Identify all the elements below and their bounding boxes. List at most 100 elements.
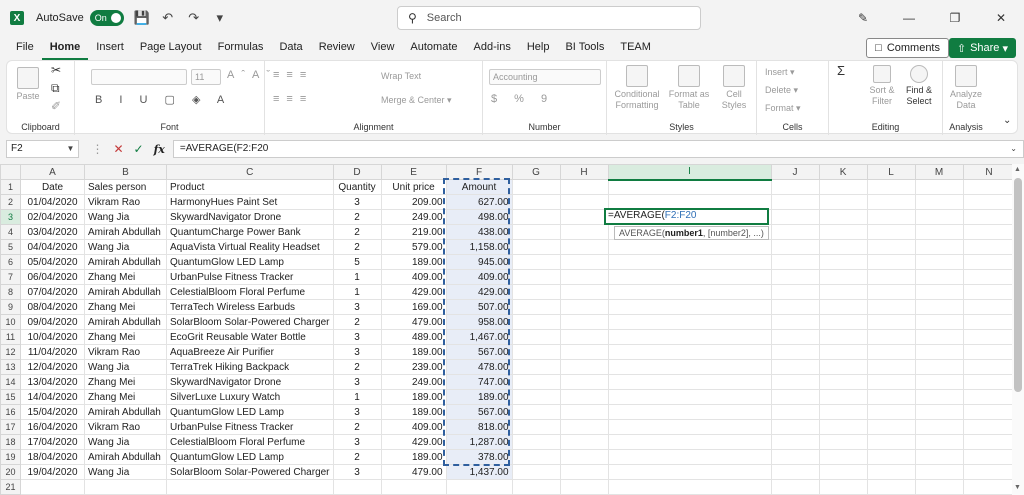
cell[interactable] <box>559 404 609 420</box>
salesperson-cell[interactable]: Amirah Abdullah <box>84 224 167 240</box>
unit-price-cell[interactable]: 189.00 <box>380 254 447 270</box>
date-cell[interactable]: 14/04/2020 <box>20 389 85 405</box>
product-cell[interactable]: TerraTrek Hiking Backpack <box>166 359 334 375</box>
tab-page-layout[interactable]: Page Layout <box>132 36 210 60</box>
cell[interactable] <box>866 224 916 240</box>
undo-icon[interactable]: ↶ <box>160 10 176 26</box>
cell[interactable] <box>866 374 916 390</box>
amount-cell[interactable]: 1,467.00 <box>445 329 513 345</box>
date-cell[interactable]: 03/04/2020 <box>20 224 85 240</box>
amount-cell[interactable]: 1,437.00 <box>445 464 513 480</box>
cell[interactable] <box>818 404 868 420</box>
column-header-n[interactable]: N <box>962 164 1016 180</box>
tab-file[interactable]: File <box>8 36 42 60</box>
cell[interactable] <box>607 404 772 420</box>
font-size-select[interactable]: 11 <box>191 69 221 85</box>
cell[interactable] <box>607 434 772 450</box>
column-header-l[interactable]: L <box>866 164 916 180</box>
product-cell[interactable]: SolarBloom Solar-Powered Charger <box>166 314 334 330</box>
cell[interactable] <box>914 479 964 495</box>
close-icon[interactable]: ✕ <box>978 11 1024 25</box>
row-header[interactable]: 7 <box>0 269 21 285</box>
amount-cell[interactable]: 409.00 <box>445 269 513 285</box>
row-header[interactable]: 17 <box>0 419 21 435</box>
cell[interactable] <box>559 329 609 345</box>
cancel-icon[interactable]: ✕ <box>113 142 123 156</box>
quantity-cell[interactable]: 1 <box>332 269 382 285</box>
quantity-cell[interactable]: 5 <box>332 254 382 270</box>
customize-toolbar-icon[interactable]: ▾ <box>212 10 228 26</box>
cell[interactable] <box>770 194 820 210</box>
cut-icon[interactable]: ✂ <box>51 64 61 76</box>
cell[interactable] <box>607 269 772 285</box>
header-cell[interactable]: Sales person <box>84 179 167 195</box>
quantity-cell[interactable]: 2 <box>332 449 382 465</box>
tab-team[interactable]: TEAM <box>612 36 659 60</box>
cell[interactable] <box>559 374 609 390</box>
amount-cell[interactable]: 818.00 <box>445 419 513 435</box>
cell[interactable] <box>770 449 820 465</box>
unit-price-cell[interactable]: 189.00 <box>380 344 447 360</box>
cell[interactable] <box>511 239 561 255</box>
cell[interactable] <box>914 299 964 315</box>
cell[interactable] <box>607 254 772 270</box>
cell[interactable] <box>818 479 868 495</box>
cell[interactable] <box>770 209 820 225</box>
cell[interactable] <box>559 269 609 285</box>
horizontal-align-buttons[interactable]: ≡≡≡ <box>273 93 313 105</box>
quantity-cell[interactable]: 3 <box>332 194 382 210</box>
vertical-scroll-thumb[interactable] <box>1014 178 1022 392</box>
cell[interactable] <box>559 224 609 240</box>
amount-cell[interactable]: 378.00 <box>445 449 513 465</box>
cell[interactable] <box>962 284 1016 300</box>
cell[interactable] <box>511 284 561 300</box>
cell[interactable] <box>914 464 964 480</box>
product-cell[interactable]: QuantumGlow LED Lamp <box>166 404 334 420</box>
amount-cell[interactable]: 438.00 <box>445 224 513 240</box>
autosave-toggle[interactable]: On <box>89 10 124 26</box>
product-cell[interactable]: UrbanPulse Fitness Tracker <box>166 269 334 285</box>
product-cell[interactable]: QuantumGlow LED Lamp <box>166 254 334 270</box>
cell[interactable] <box>559 389 609 405</box>
quantity-cell[interactable]: 1 <box>332 389 382 405</box>
cell[interactable] <box>866 389 916 405</box>
salesperson-cell[interactable]: Amirah Abdullah <box>84 254 167 270</box>
row-header[interactable]: 12 <box>0 344 21 360</box>
date-cell[interactable]: 16/04/2020 <box>20 419 85 435</box>
cell[interactable] <box>607 314 772 330</box>
format-painter-icon[interactable]: ✐ <box>51 100 61 112</box>
maximize-icon[interactable]: ❐ <box>932 11 978 25</box>
column-header-g[interactable]: G <box>511 164 561 180</box>
quantity-cell[interactable]: 2 <box>332 224 382 240</box>
cell[interactable] <box>962 464 1016 480</box>
amount-cell[interactable]: 189.00 <box>445 389 513 405</box>
cell-styles-button[interactable]: Cell Styles <box>715 65 753 111</box>
row-header[interactable]: 19 <box>0 449 21 465</box>
name-box[interactable]: F2 ▼ <box>6 140 80 158</box>
amount-cell[interactable]: 567.00 <box>445 344 513 360</box>
cell[interactable] <box>962 179 1016 195</box>
date-cell[interactable]: 18/04/2020 <box>20 449 85 465</box>
find-select-button[interactable]: Find & Select <box>901 65 937 107</box>
date-cell[interactable]: 10/04/2020 <box>20 329 85 345</box>
salesperson-cell[interactable]: Amirah Abdullah <box>84 314 167 330</box>
row-header[interactable]: 13 <box>0 359 21 375</box>
row-header[interactable]: 6 <box>0 254 21 270</box>
cell[interactable] <box>559 179 609 195</box>
unit-price-cell[interactable]: 479.00 <box>380 314 447 330</box>
cell[interactable] <box>559 299 609 315</box>
cell[interactable] <box>818 389 868 405</box>
cell[interactable] <box>511 464 561 480</box>
cell[interactable] <box>559 359 609 375</box>
cell[interactable] <box>607 359 772 375</box>
row-header[interactable]: 11 <box>0 329 21 345</box>
cell[interactable] <box>962 314 1016 330</box>
cell[interactable] <box>20 479 85 495</box>
function-tooltip[interactable]: AVERAGE(number1, [number2], ...) <box>614 226 769 240</box>
salesperson-cell[interactable]: Zhang Mei <box>84 329 167 345</box>
quantity-cell[interactable]: 3 <box>332 434 382 450</box>
unit-price-cell[interactable]: 429.00 <box>380 434 447 450</box>
cell[interactable] <box>818 239 868 255</box>
date-cell[interactable]: 07/04/2020 <box>20 284 85 300</box>
row-header[interactable]: 1 <box>0 179 21 195</box>
